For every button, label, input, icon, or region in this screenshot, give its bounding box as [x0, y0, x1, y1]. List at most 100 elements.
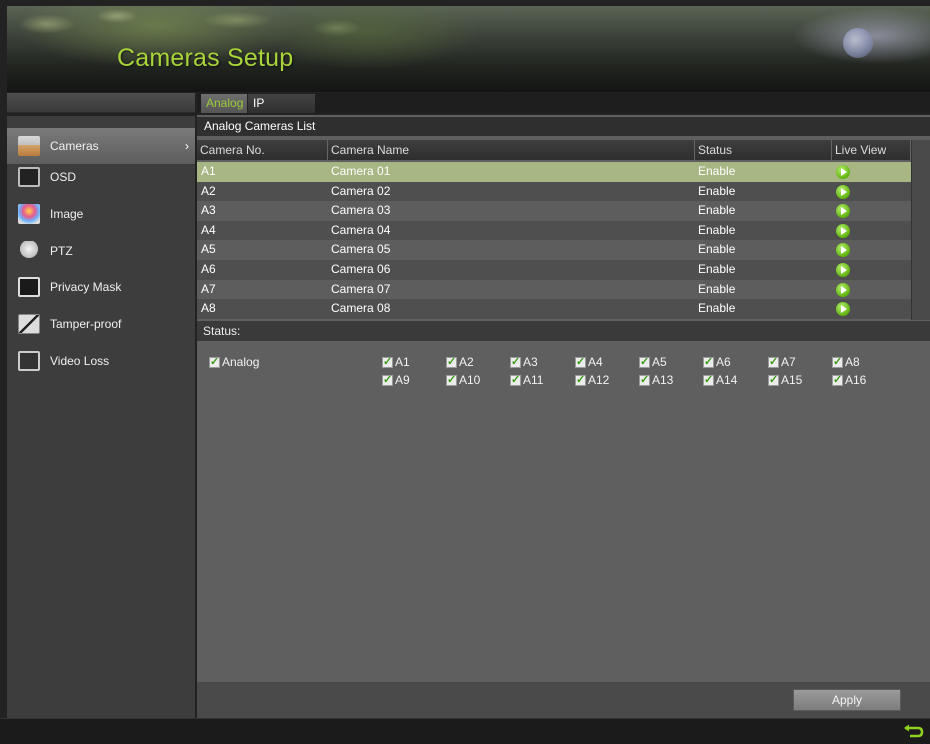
table-row[interactable]: A7 Camera 07 Enable	[197, 279, 911, 300]
camera-name-cell: Camera 08	[331, 301, 391, 316]
checkbox-label: A7	[781, 355, 796, 369]
checkbox-label: A11	[523, 373, 544, 387]
status-cell: Enable	[698, 164, 736, 178]
button-bar: Apply	[197, 682, 930, 718]
checkbox-label: A13	[652, 373, 674, 387]
status-cell: Enable	[698, 183, 736, 198]
channel-checkbox-a6[interactable]: A6	[703, 355, 731, 369]
tab-bar: Analog IP Camera	[197, 93, 930, 129]
checkbox-checked-icon	[768, 373, 779, 386]
status-cell: Enable	[698, 222, 736, 237]
table-row[interactable]: A5 Camera 05 Enable	[197, 240, 911, 260]
table-scrollbar[interactable]	[911, 140, 930, 320]
sidebar-item-tamper-proof[interactable]: Tamper-proof	[7, 306, 195, 342]
sidebar-header	[7, 93, 195, 113]
column-header-camera-no[interactable]: Camera No.	[197, 140, 328, 160]
checkbox-label: A14	[716, 373, 738, 387]
channel-checkbox-a13[interactable]: A13	[639, 373, 673, 387]
channel-checkbox-a12[interactable]: A12	[575, 373, 609, 387]
channel-checkbox-a7[interactable]: A7	[768, 355, 796, 369]
checkbox-label: A9	[395, 373, 410, 387]
channel-checkbox-a5[interactable]: A5	[639, 355, 667, 369]
checkbox-checked-icon	[510, 355, 521, 368]
sidebar-item-label: PTZ	[50, 244, 73, 258]
channel-checkbox-a10[interactable]: A10	[446, 373, 480, 387]
live-view-play-icon[interactable]	[836, 204, 850, 219]
channel-checkbox-a2[interactable]: A2	[446, 355, 474, 369]
live-view-play-icon[interactable]	[836, 302, 850, 317]
channel-checkbox-a3[interactable]: A3	[510, 355, 538, 369]
list-title: Analog Cameras List	[197, 117, 930, 136]
checkbox-checked-icon	[575, 355, 586, 368]
live-view-play-icon[interactable]	[836, 243, 850, 258]
channel-checkbox-a16[interactable]: A16	[832, 373, 866, 387]
sidebar-item-label: Privacy Mask	[50, 280, 122, 294]
checkbox-label: A1	[395, 355, 410, 369]
sidebar-item-image[interactable]: Image	[7, 196, 195, 232]
sidebar-item-privacy-mask[interactable]: Privacy Mask	[7, 269, 195, 305]
sidebar-item-ptz[interactable]: PTZ	[7, 233, 195, 269]
column-header-camera-name[interactable]: Camera Name	[328, 140, 695, 160]
camera-name-cell: Camera 04	[331, 222, 391, 237]
checkbox-label: A3	[523, 355, 538, 369]
checkbox-checked-icon	[209, 355, 220, 368]
checkbox-checked-icon	[510, 373, 521, 386]
bottom-bar	[0, 718, 930, 744]
channel-checkbox-a14[interactable]: A14	[703, 373, 737, 387]
sidebar-item-osd[interactable]: OSD	[7, 159, 195, 195]
table-header: Camera No. Camera Name Status Live View	[197, 140, 911, 160]
sidebar-item-video-loss[interactable]: Video Loss	[7, 343, 195, 379]
channel-checkbox-a11[interactable]: A11	[510, 373, 543, 387]
channel-checkbox-a8[interactable]: A8	[832, 355, 860, 369]
osd-icon	[18, 167, 40, 187]
channel-checkbox-a1[interactable]: A1	[382, 355, 410, 369]
checkbox-label: Analog	[222, 355, 260, 369]
live-view-play-icon[interactable]	[836, 184, 850, 199]
table-row[interactable]: A1 Camera 01 Enable	[197, 162, 911, 182]
camera-no-cell: A3	[201, 203, 216, 218]
channel-checkbox-a15[interactable]: A15	[768, 373, 802, 387]
column-header-status[interactable]: Status	[695, 140, 832, 160]
privacy-mask-icon	[18, 277, 40, 297]
live-view-play-icon[interactable]	[836, 165, 850, 179]
checkbox-label: A2	[459, 355, 474, 369]
checkbox-checked-icon	[832, 373, 843, 386]
camera-name-cell: Camera 01	[331, 164, 391, 178]
camera-name-cell: Camera 03	[331, 203, 391, 218]
camera-no-cell: A2	[201, 183, 216, 198]
table-row[interactable]: A2 Camera 02 Enable	[197, 181, 911, 202]
tab-ip-camera[interactable]: IP Camera	[247, 94, 315, 129]
checkbox-checked-icon	[703, 373, 714, 386]
channel-checkbox-a9[interactable]: A9	[382, 373, 410, 387]
status-cell: Enable	[698, 281, 736, 296]
sidebar: Cameras › OSD Image PTZ Privacy Mask Tam…	[7, 116, 195, 718]
column-header-live-view[interactable]: Live View	[832, 140, 911, 160]
checkbox-checked-icon	[639, 355, 650, 368]
checkbox-label: A4	[588, 355, 603, 369]
image-icon	[18, 204, 40, 224]
status-cell: Enable	[698, 301, 736, 316]
table-row[interactable]: A6 Camera 06 Enable	[197, 259, 911, 280]
back-arrow-icon[interactable]	[902, 724, 924, 740]
live-view-play-icon[interactable]	[836, 223, 850, 238]
analog-checkbox[interactable]: Analog	[209, 355, 259, 369]
camera-name-cell: Camera 07	[331, 281, 391, 296]
camera-no-cell: A5	[201, 242, 216, 257]
checkbox-label: A6	[716, 355, 731, 369]
table-row[interactable]: A8 Camera 08 Enable	[197, 299, 911, 319]
main-panel: Analog Cameras List Camera No. Camera Na…	[197, 115, 930, 718]
video-loss-icon	[18, 351, 40, 371]
chevron-right-icon: ›	[185, 139, 189, 153]
table-row[interactable]: A3 Camera 03 Enable	[197, 201, 911, 221]
sidebar-item-label: Cameras	[50, 139, 99, 153]
table-row[interactable]: A4 Camera 04 Enable	[197, 220, 911, 241]
checkbox-checked-icon	[575, 373, 586, 386]
sidebar-item-label: OSD	[50, 170, 77, 184]
apply-button[interactable]: Apply	[793, 689, 901, 711]
tab-analog[interactable]: Analog	[201, 94, 247, 113]
status-cell: Enable	[698, 203, 736, 218]
channel-checkbox-a4[interactable]: A4	[575, 355, 603, 369]
checkbox-checked-icon	[768, 355, 779, 368]
live-view-play-icon[interactable]	[836, 282, 850, 297]
live-view-play-icon[interactable]	[836, 262, 850, 277]
